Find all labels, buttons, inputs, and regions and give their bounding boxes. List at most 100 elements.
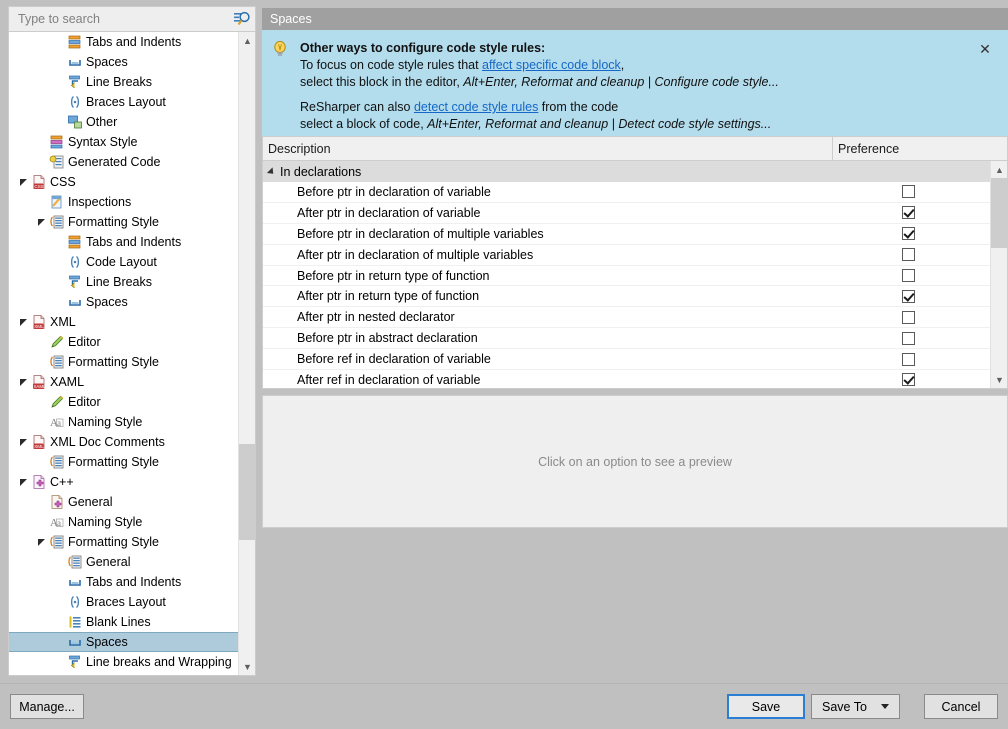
preference-checkbox[interactable] <box>902 373 915 386</box>
tree-item-xml[interactable]: XMLXML <box>9 312 238 332</box>
tree-item-label: Formatting Style <box>68 534 159 550</box>
table-scroll-up-icon[interactable]: ▲ <box>991 161 1008 178</box>
tree-item-tabs-and-indents[interactable]: Tabs and Indents <box>9 572 238 592</box>
search-icon <box>233 10 251 28</box>
table-row[interactable]: After ptr in declaration of variable <box>263 203 990 224</box>
table-row[interactable]: Before ptr in abstract declaration <box>263 328 990 349</box>
save-to-button[interactable]: Save To <box>811 694 900 719</box>
tree-item-c[interactable]: C++ <box>9 472 238 492</box>
tree-item-formatting-style[interactable]: Formatting Style <box>9 212 238 232</box>
tree-item-syntax-style[interactable]: Syntax Style <box>9 132 238 152</box>
preference-checkbox[interactable] <box>902 290 915 303</box>
tree-item-line-breaks-and-wrapping[interactable]: Line breaks and Wrapping <box>9 652 238 672</box>
column-header-preference[interactable]: Preference <box>833 137 1007 160</box>
tree-item-line-breaks[interactable]: Line Breaks <box>9 272 238 292</box>
tree-item-formatting-style[interactable]: Formatting Style <box>9 452 238 472</box>
preference-checkbox[interactable] <box>902 311 915 324</box>
table-group-header[interactable]: In declarations <box>263 161 990 182</box>
row-preference-cell[interactable] <box>833 248 990 261</box>
tree-scrollbar[interactable]: ▲ ▼ <box>238 32 255 675</box>
banner-line2-emphasis: Alt+Enter, Reformat and cleanup | Config… <box>463 75 779 89</box>
tree-item-line-breaks[interactable]: Line Breaks <box>9 72 238 92</box>
preference-checkbox[interactable] <box>902 248 915 261</box>
row-preference-cell[interactable] <box>833 353 990 366</box>
manage-button[interactable]: Manage... <box>10 694 84 719</box>
tree-item-label: C++ <box>50 474 74 490</box>
css-file-icon: CSS <box>30 174 47 190</box>
preference-checkbox[interactable] <box>902 332 915 345</box>
tree-scroll-thumb[interactable] <box>239 444 256 540</box>
table-row[interactable]: Before ref in declaration of variable <box>263 349 990 370</box>
tree-item-naming-style[interactable]: AaNaming Style <box>9 512 238 532</box>
table-scroll-thumb[interactable] <box>991 178 1008 248</box>
preference-checkbox[interactable] <box>902 206 915 219</box>
table-row[interactable]: Before ptr in return type of function <box>263 266 990 287</box>
save-button[interactable]: Save <box>727 694 805 719</box>
tree-item-spaces[interactable]: Spaces <box>9 632 238 652</box>
tabs-indents-icon <box>66 234 83 250</box>
table-row[interactable]: After ptr in declaration of multiple var… <box>263 245 990 266</box>
preference-checkbox[interactable] <box>902 227 915 240</box>
tree-item-other[interactable]: Other <box>9 112 238 132</box>
search-box[interactable]: Type to search <box>8 6 256 32</box>
table-row[interactable]: After ptr in nested declarator <box>263 307 990 328</box>
tree-item-spaces[interactable]: Spaces <box>9 292 238 312</box>
expand-collapse-icon[interactable] <box>35 218 48 227</box>
tree-item-formatting-style[interactable]: Formatting Style <box>9 352 238 372</box>
tree-item-spaces[interactable]: Spaces <box>9 52 238 72</box>
search-input[interactable]: Type to search <box>18 12 233 26</box>
group-collapse-icon[interactable] <box>267 167 276 176</box>
tree-item-editor[interactable]: Editor <box>9 392 238 412</box>
expand-collapse-icon[interactable] <box>17 178 30 187</box>
tree-item-formatting-style[interactable]: Formatting Style <box>9 532 238 552</box>
row-preference-cell[interactable] <box>833 269 990 282</box>
table-scrollbar[interactable]: ▲ ▼ <box>990 161 1007 388</box>
tree-item-general[interactable]: General <box>9 552 238 572</box>
table-row[interactable]: Before ptr in declaration of multiple va… <box>263 224 990 245</box>
tree-item-editor[interactable]: Editor <box>9 332 238 352</box>
table-row[interactable]: Before ptr in declaration of variable <box>263 182 990 203</box>
row-preference-cell[interactable] <box>833 311 990 324</box>
tree-item-naming-style[interactable]: AaNaming Style <box>9 412 238 432</box>
table-row[interactable]: After ref in declaration of variable <box>263 370 990 388</box>
tree-item-code-layout[interactable]: Code Layout <box>9 252 238 272</box>
tree-item-generated-code[interactable]: Generated Code <box>9 152 238 172</box>
scroll-up-icon[interactable]: ▲ <box>239 32 256 49</box>
preference-checkbox[interactable] <box>902 269 915 282</box>
cancel-button[interactable]: Cancel <box>924 694 998 719</box>
tree-item-tabs-and-indents[interactable]: Tabs and Indents <box>9 32 238 52</box>
tree-item-xaml[interactable]: XAMLXAML <box>9 372 238 392</box>
affect-specific-code-block-link[interactable]: affect specific code block <box>482 58 621 72</box>
tree-item-blank-lines[interactable]: Blank Lines <box>9 612 238 632</box>
lightbulb-icon <box>272 40 288 58</box>
row-preference-cell[interactable] <box>833 227 990 240</box>
column-header-description[interactable]: Description <box>263 137 833 160</box>
settings-tree[interactable]: Tabs and IndentsSpacesLine BreaksBraces … <box>8 32 256 676</box>
tree-item-braces-layout[interactable]: Braces Layout <box>9 592 238 612</box>
expand-collapse-icon[interactable] <box>35 538 48 547</box>
tree-item-general[interactable]: General <box>9 492 238 512</box>
preference-checkbox[interactable] <box>902 353 915 366</box>
preference-checkbox[interactable] <box>902 185 915 198</box>
row-preference-cell[interactable] <box>833 290 990 303</box>
row-preference-cell[interactable] <box>833 206 990 219</box>
scroll-down-icon[interactable]: ▼ <box>239 658 256 675</box>
tree-item-tabs-and-indents[interactable]: Tabs and Indents <box>9 232 238 252</box>
table-scroll-down-icon[interactable]: ▼ <box>991 371 1008 388</box>
expand-collapse-icon[interactable] <box>17 438 30 447</box>
row-preference-cell[interactable] <box>833 185 990 198</box>
tree-item-inspections[interactable]: Inspections <box>9 192 238 212</box>
row-preference-cell[interactable] <box>833 373 990 386</box>
tree-item-xml-doc-comments[interactable]: XMLXML Doc Comments <box>9 432 238 452</box>
tree-item-css[interactable]: CSSCSS <box>9 172 238 192</box>
expand-collapse-icon[interactable] <box>17 378 30 387</box>
detect-code-style-rules-link[interactable]: detect code style rules <box>414 100 538 114</box>
table-row[interactable]: After ptr in return type of function <box>263 286 990 307</box>
formatting-icon <box>48 214 65 230</box>
row-preference-cell[interactable] <box>833 332 990 345</box>
tree-item-braces-layout[interactable]: Braces Layout <box>9 92 238 112</box>
expand-collapse-icon[interactable] <box>17 318 30 327</box>
expand-collapse-icon[interactable] <box>17 478 30 487</box>
close-icon[interactable]: ✕ <box>976 40 994 58</box>
info-banner: Other ways to configure code style rules… <box>262 30 1008 136</box>
